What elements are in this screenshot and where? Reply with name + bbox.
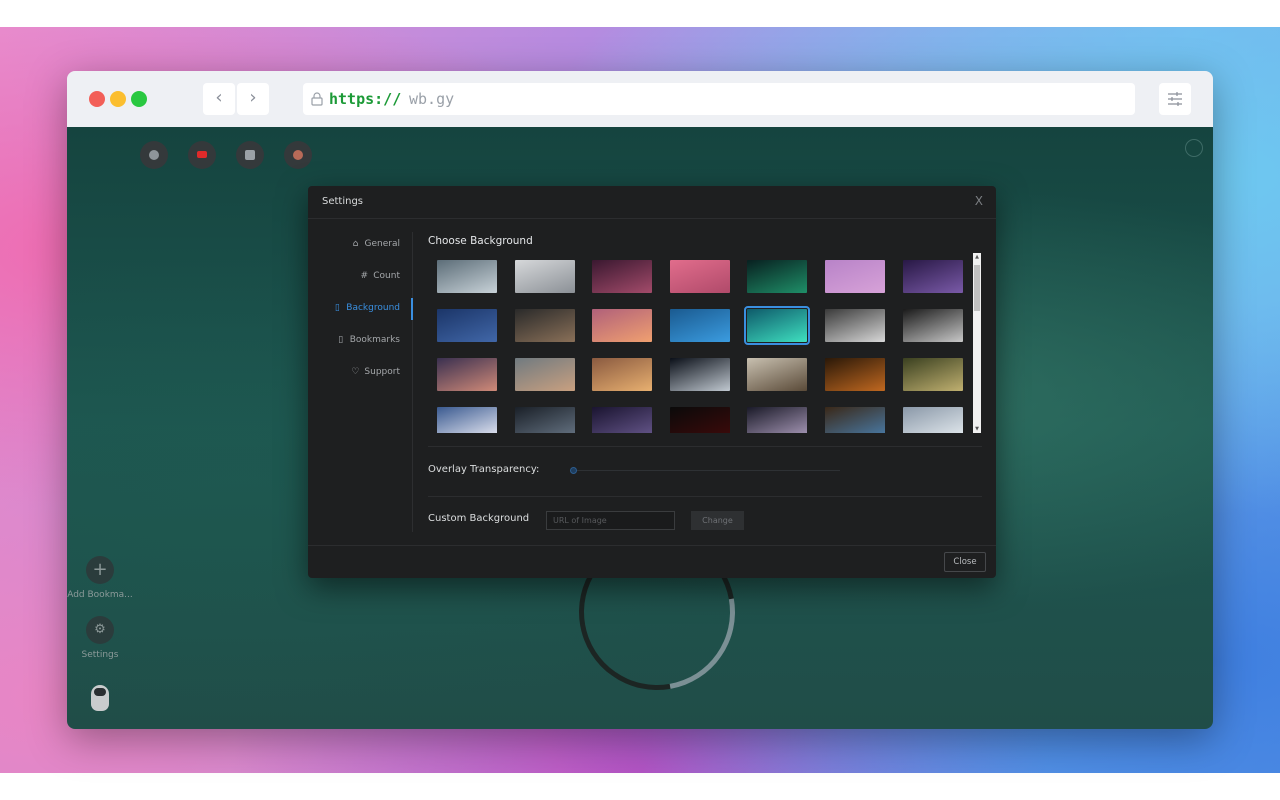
change-button[interactable]: Change (691, 511, 744, 530)
scrollbar-thumb[interactable] (974, 265, 980, 311)
background-thumbnail[interactable] (592, 309, 653, 342)
shortcut-youtube[interactable] (188, 141, 216, 169)
sliders-button[interactable] (1159, 83, 1191, 115)
overlay-transparency-slider[interactable] (570, 467, 840, 474)
close-window-button[interactable] (89, 91, 105, 107)
close-button[interactable]: Close (944, 552, 986, 572)
forward-button[interactable]: › (237, 83, 269, 115)
menu-item-label: General (364, 239, 400, 249)
background-thumbnail[interactable] (902, 407, 963, 433)
gear-icon: ⚙ (86, 616, 114, 644)
browser-titlebar: ‹ › https:// wb.gy (67, 71, 1213, 127)
maximize-window-button[interactable] (131, 91, 147, 107)
background-thumbnail[interactable] (514, 358, 575, 391)
slider-handle[interactable] (570, 467, 577, 474)
astronaut-icon (91, 685, 109, 711)
file-icon: ▯ (334, 303, 340, 313)
background-thumbnail[interactable] (825, 407, 885, 433)
menu-item-label: Count (373, 271, 400, 281)
background-thumbnail[interactable] (747, 407, 808, 433)
url-protocol: https:// (329, 90, 402, 108)
settings-label: Settings (81, 650, 119, 660)
hash-icon: # (360, 271, 369, 281)
address-bar[interactable]: https:// wb.gy (303, 83, 1135, 115)
background-thumbnail[interactable] (669, 309, 730, 342)
menu-item-label: Background (346, 303, 400, 313)
url-host: wb.gy (409, 90, 455, 108)
add-bookmark-label: Add Bookma... (67, 590, 133, 600)
background-thumbnail[interactable] (437, 358, 497, 391)
background-thumbnail[interactable] (669, 260, 730, 293)
minimize-window-button[interactable] (110, 91, 126, 107)
scroll-up-icon[interactable]: ▲ (974, 254, 980, 260)
background-thumbnail[interactable] (592, 260, 653, 293)
background-thumbnail[interactable] (825, 309, 885, 342)
plus-icon: + (86, 556, 114, 584)
settings-tool[interactable]: ⚙ Settings (67, 616, 133, 660)
background-thumbnail[interactable] (902, 358, 963, 391)
background-thumbnail[interactable] (514, 309, 575, 342)
background-thumbnail[interactable] (592, 358, 653, 391)
lock-icon (311, 92, 323, 106)
youtube-icon (197, 151, 207, 158)
chevron-right-icon: › (249, 87, 257, 108)
background-thumbnail[interactable] (825, 358, 885, 391)
add-bookmark-tool[interactable]: + Add Bookma... (67, 556, 133, 600)
modal-title: Settings (322, 196, 364, 207)
modal-header: Settings X (308, 186, 996, 219)
image-url-input[interactable] (546, 511, 675, 530)
menu-item-label: Support (364, 367, 400, 377)
avatar-icon (293, 150, 303, 160)
choose-background-heading: Choose Background (428, 235, 533, 247)
close-icon[interactable]: X (975, 194, 983, 208)
menu-item-label: Bookmarks (349, 335, 400, 345)
shortcut-image[interactable] (236, 141, 264, 169)
info-button[interactable] (1185, 139, 1203, 157)
menu-item-count[interactable]: # Count (359, 271, 400, 281)
globe-icon (149, 150, 159, 160)
settings-menu: ⌂ General # Count ▯ Background ▯ Bookmarks ♡… (308, 232, 413, 532)
background-thumbnail[interactable] (437, 407, 497, 433)
bookmark-icon: ▯ (338, 335, 344, 345)
background-thumbnail[interactable] (592, 407, 653, 433)
background-thumbnail[interactable] (514, 407, 575, 433)
settings-modal: Settings X ⌂ General # Count ▯ Background ▯… (308, 186, 996, 578)
divider (428, 446, 982, 447)
divider (428, 496, 982, 497)
browser-window: ‹ › https:// wb.gy + Add Bookma... ⚙ Set… (67, 71, 1213, 729)
active-menu-indicator (411, 298, 413, 320)
background-thumbnail[interactable] (437, 260, 497, 293)
image-icon (245, 150, 255, 160)
home-icon: ⌂ (352, 239, 359, 249)
shortcut-globe[interactable] (140, 141, 168, 169)
overlay-transparency-label: Overlay Transparency: (428, 464, 540, 475)
scroll-down-icon[interactable]: ▼ (974, 426, 980, 432)
background-thumbnail[interactable] (514, 260, 575, 293)
custom-background-label: Custom Background (428, 513, 530, 524)
background-thumbnail[interactable] (902, 260, 963, 293)
background-thumbnail[interactable] (437, 309, 497, 342)
back-button[interactable]: ‹ (203, 83, 235, 115)
background-scrollbar[interactable]: ▲ ▼ (973, 253, 981, 433)
background-thumbnail[interactable] (744, 306, 811, 345)
background-thumbnail[interactable] (747, 358, 808, 391)
sliders-icon (1168, 92, 1182, 106)
menu-item-support[interactable]: ♡ Support (350, 367, 400, 377)
background-thumbnail[interactable] (669, 358, 730, 391)
menu-item-background[interactable]: ▯ Background (332, 303, 400, 313)
background-thumbnail[interactable] (825, 260, 885, 293)
chevron-left-icon: ‹ (215, 87, 223, 108)
heart-icon: ♡ (351, 367, 360, 377)
new-tab-page: + Add Bookma... ⚙ Settings Settings X ⌂ G… (67, 127, 1213, 729)
menu-item-general[interactable]: ⌂ General (351, 239, 400, 249)
modal-footer: Close (308, 545, 996, 578)
background-thumbnail[interactable] (669, 407, 730, 433)
background-grid (428, 253, 974, 433)
background-thumbnail[interactable] (747, 260, 808, 293)
background-thumbnail[interactable] (902, 309, 963, 342)
menu-item-bookmarks[interactable]: ▯ Bookmarks (336, 335, 400, 345)
shortcut-avatar[interactable] (284, 141, 312, 169)
